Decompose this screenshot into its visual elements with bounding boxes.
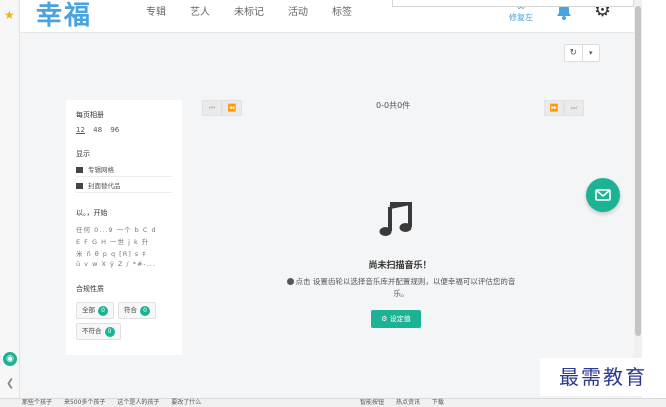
filter-all-label: 全部 bbox=[82, 306, 95, 314]
grid-icon bbox=[76, 167, 83, 173]
mail-icon bbox=[595, 189, 611, 201]
taskbar-item[interactable]: 智能按钮 bbox=[360, 399, 384, 406]
nav-activity[interactable]: 活动 bbox=[288, 3, 308, 18]
pager-left: ⏮ ⏪ bbox=[202, 100, 242, 116]
compliance-pills-row-1: 全部 0 符合 0 bbox=[76, 302, 156, 319]
gear-icon bbox=[286, 278, 294, 285]
taskbar: 那些个孩子 来500多个孩子 这个是人的孩子 要改了什么 智能按钮 热点资讯 下… bbox=[0, 398, 666, 407]
nav-artists[interactable]: 艺人 bbox=[190, 3, 210, 18]
taskbar-item[interactable]: 热点资讯 bbox=[396, 399, 420, 406]
collapse-icon[interactable]: ❮ bbox=[6, 378, 14, 389]
display-album-grid-label: 专辑网格 bbox=[88, 166, 114, 174]
display-title: 显示 bbox=[76, 150, 90, 158]
compliance-pills-row-2: 不符合 0 bbox=[76, 323, 121, 340]
star-icon[interactable]: ★ bbox=[4, 8, 15, 22]
extension-icon[interactable]: ◉ bbox=[3, 352, 17, 366]
dropdown-popup bbox=[392, 0, 634, 7]
filter-nonmatch-label: 不符合 bbox=[82, 327, 102, 335]
prev-page-button[interactable]: ⏪ bbox=[222, 100, 242, 116]
per-page-title: 每页相册 bbox=[76, 111, 104, 119]
taskbar-item[interactable]: 下载 bbox=[432, 399, 444, 406]
nav-tags[interactable]: 标签 bbox=[332, 3, 352, 18]
compliance-title: 合规性质 bbox=[76, 285, 104, 293]
alpha-row-1[interactable]: 任何 0...9 一个 b C d bbox=[76, 224, 157, 234]
per-page-options: 12 48 96 bbox=[76, 126, 125, 134]
filter-all-pill[interactable]: 全部 0 bbox=[76, 302, 114, 319]
first-page-button[interactable]: ⏮ bbox=[202, 100, 222, 116]
per-page-option-96[interactable]: 96 bbox=[110, 126, 119, 134]
filter-nonmatch-count: 0 bbox=[104, 326, 115, 337]
chevron-down-icon[interactable]: ▾ bbox=[581, 45, 600, 61]
list-icon bbox=[76, 183, 83, 189]
browser-left-strip: ★ ◉ ❮ bbox=[0, 0, 20, 398]
display-album-grid[interactable]: 专辑网格 bbox=[76, 163, 172, 177]
empty-state-description: 点击 设置齿轮以选择音乐库并配置规则，以便幸福可以评估您的音乐。 bbox=[280, 276, 522, 300]
taskbar-right: 智能按钮 热点资讯 下载 bbox=[360, 399, 454, 407]
vertical-scrollbar[interactable] bbox=[634, 0, 642, 398]
refresh-control: ↻ ▾ bbox=[564, 44, 600, 62]
main-nav: 专辑 艺人 未标记 活动 标签 bbox=[146, 3, 376, 18]
setup-button-label: 设定值 bbox=[389, 315, 411, 323]
app-logo[interactable]: 幸福 bbox=[36, 0, 92, 32]
taskbar-item[interactable]: 来500多个孩子 bbox=[64, 399, 105, 406]
app-window: ★ ◉ ❮ 幸福 专辑 艺人 未标记 活动 标签 ∞ 修复左 ⚙ ↻ ▾ 每页相… bbox=[0, 0, 666, 407]
nav-untagged[interactable]: 未标记 bbox=[234, 3, 264, 18]
taskbar-item[interactable]: 那些个孩子 bbox=[22, 399, 52, 406]
last-page-button[interactable]: ⏭ bbox=[564, 100, 584, 116]
contact-mail-button[interactable] bbox=[586, 178, 620, 212]
alpha-row-3[interactable]: 米 ñ θ p q [R] s ‡ bbox=[76, 248, 147, 258]
music-note-icon bbox=[379, 202, 412, 236]
refresh-icon[interactable]: ↻ bbox=[565, 45, 582, 61]
filter-match-pill[interactable]: 符合 0 bbox=[118, 302, 156, 319]
fixer-label: 修复左 bbox=[509, 13, 533, 22]
filter-match-count: 0 bbox=[140, 305, 150, 316]
nav-albums[interactable]: 专辑 bbox=[146, 3, 166, 18]
taskbar-item[interactable]: 这个是人的孩子 bbox=[117, 399, 159, 406]
per-page-option-12[interactable]: 12 bbox=[76, 126, 85, 134]
display-cover-alt[interactable]: 封面替代品 bbox=[76, 179, 172, 193]
taskbar-item[interactable]: 要改了什么 bbox=[171, 399, 201, 406]
display-cover-alt-label: 封面替代品 bbox=[88, 182, 121, 190]
per-page-option-48[interactable]: 48 bbox=[93, 126, 102, 134]
filter-match-label: 符合 bbox=[124, 306, 137, 314]
starts-with-title: 以。，开始 bbox=[76, 209, 108, 217]
alpha-row-4[interactable]: ü v w X ÿ Z / *#-... bbox=[76, 260, 156, 268]
setup-button[interactable]: ⚙ 设定值 bbox=[371, 310, 421, 328]
filter-sidebar: 每页相册 12 48 96 显示 专辑网格 封面替代品 以。，开始 任何 0..… bbox=[66, 100, 182, 355]
next-page-button[interactable]: ⏩ bbox=[544, 100, 564, 116]
right-margin bbox=[642, 0, 666, 398]
scrollbar-thumb[interactable] bbox=[635, 6, 641, 336]
empty-state-title: 尚未扫描音乐！ bbox=[368, 261, 432, 271]
watermark: 最需教育 bbox=[540, 358, 666, 396]
taskbar-left: 那些个孩子 来500多个孩子 这个是人的孩子 要改了什么 bbox=[22, 399, 211, 407]
pager-right: ⏩ ⏭ bbox=[544, 100, 584, 116]
filter-nonmatch-pill[interactable]: 不符合 0 bbox=[76, 323, 121, 340]
filter-all-count: 0 bbox=[98, 305, 108, 316]
result-count: 0-0共0件 bbox=[376, 101, 411, 110]
alpha-row-2[interactable]: E F G H 一世 j k 升 bbox=[76, 236, 149, 246]
empty-state-description-text: 点击 设置齿轮以选择音乐库并配置规则，以便幸福可以评估您的音乐。 bbox=[295, 277, 516, 298]
